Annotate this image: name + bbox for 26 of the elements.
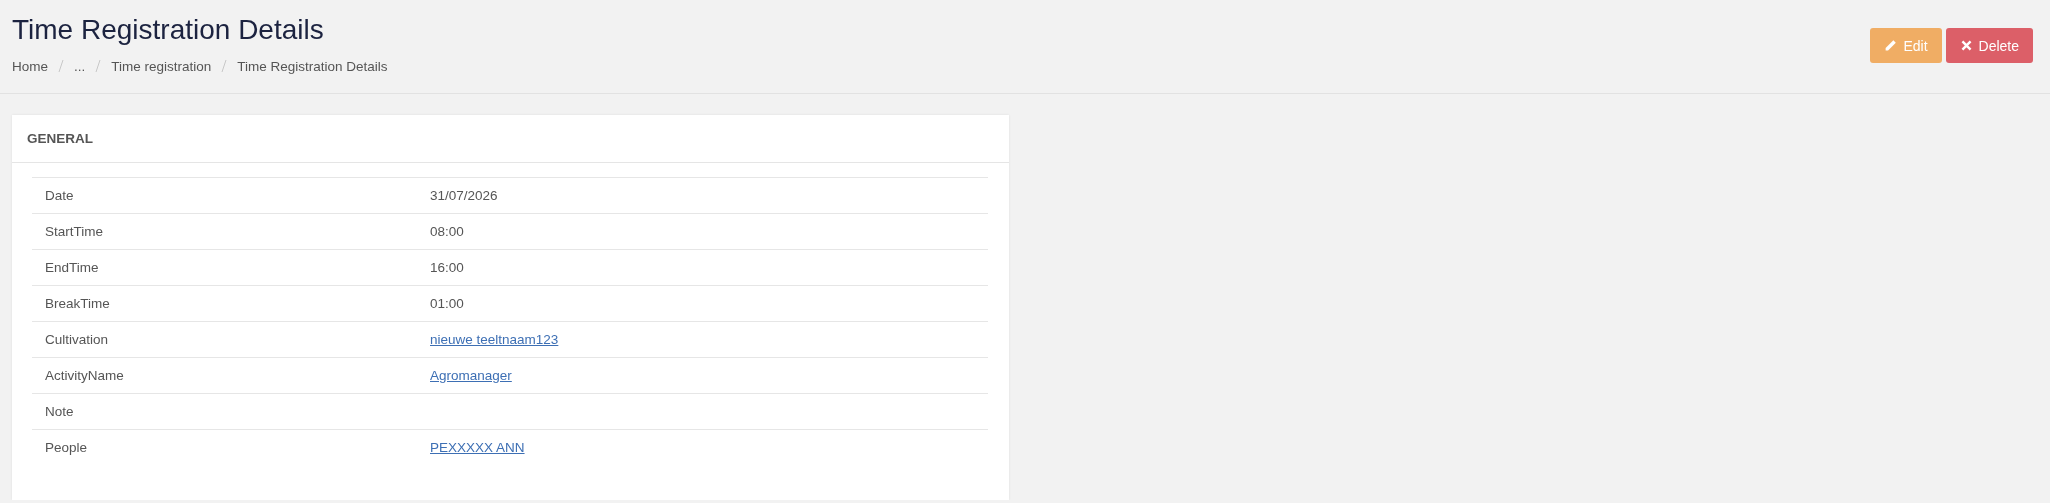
field-label: Cultivation [45,332,109,347]
field-value: 01:00 [430,296,464,311]
pencil-icon [1884,39,1898,52]
field-label: Note [45,404,74,419]
field-label: StartTime [45,224,103,239]
value-link[interactable]: PEXXXXX ANN [430,440,525,455]
field-label: ActivityName [45,368,124,383]
field-label: Date [45,188,74,203]
slash-separator-icon [221,59,228,73]
close-icon [1959,39,1973,52]
slash-separator-icon [95,59,102,73]
page-title: Time Registration Details [12,14,325,46]
field-value: 08:00 [430,224,464,239]
field-value: 16:00 [430,260,464,275]
breadcrumb-link[interactable]: Home [12,59,48,74]
delete-button[interactable]: Delete [1945,28,2033,63]
field-label: EndTime [45,260,99,275]
card-title: GENERAL [27,131,93,146]
value-link[interactable]: nieuwe teeltnaam123 [430,332,559,347]
field-label: BreakTime [45,296,110,311]
slash-separator-icon [58,59,64,73]
breadcrumb-link[interactable]: Time registration [111,59,212,74]
field-label: People [45,440,88,455]
field-value: 31/07/2026 [430,188,498,203]
value-link[interactable]: Agromanager [430,368,512,383]
breadcrumb-link[interactable]: ... [74,59,86,74]
